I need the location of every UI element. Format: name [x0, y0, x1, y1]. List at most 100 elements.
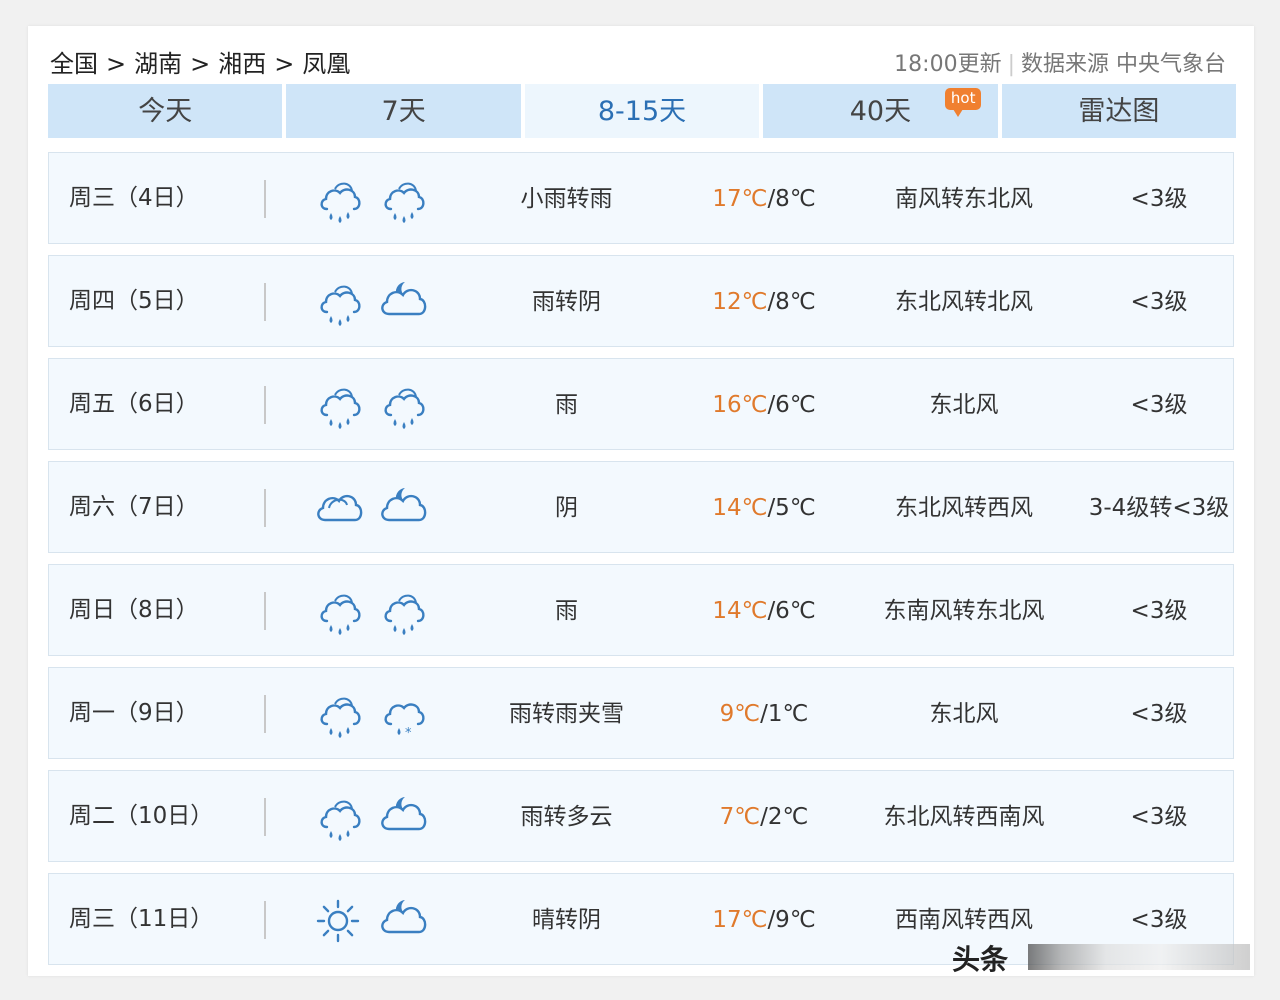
- wind-level: <3级: [1130, 804, 1188, 830]
- temperature: 7℃/2℃: [669, 771, 859, 863]
- breadcrumb-item-prefecture[interactable]: 湘西: [218, 50, 266, 78]
- tab-7-days[interactable]: 7天: [286, 84, 521, 138]
- high-temp: 14℃: [712, 495, 768, 521]
- high-temp: 12℃: [712, 289, 768, 315]
- day-label: 周四（5日）: [69, 288, 199, 314]
- tab-radar[interactable]: 雷达图: [1001, 84, 1237, 138]
- forecast-panel: 全国 > 湖南 > 湘西 > 凤凰 18:00更新 | 数据来源 中央气象台 今天 7天 8-1…: [28, 26, 1254, 976]
- weather-icons: [311, 894, 431, 948]
- weather-icons: [311, 379, 431, 433]
- tab-40-days[interactable]: 40天 hot: [763, 84, 998, 138]
- data-source: 数据来源 中央气象台: [1021, 52, 1226, 77]
- high-temp: 14℃: [712, 598, 768, 624]
- daily-forecast-list: 周三（4日） 小雨转雨 17℃/8℃ 南风转东北风 <3级 周四（5日） 雨转阴 12℃/8℃…: [48, 152, 1234, 976]
- temperature: 17℃/9℃: [669, 874, 859, 966]
- day-label: 周日（8日）: [69, 597, 199, 623]
- update-info: 18:00更新 | 数据来源 中央气象台: [894, 46, 1226, 78]
- wind-level: <3级: [1130, 598, 1188, 624]
- day-label: 周二（10日）: [69, 803, 214, 829]
- wind-level: <3级: [1130, 186, 1188, 212]
- forecast-row: 周六（7日） 阴 14℃/5℃ 东北风转西风 3-4级转<3级: [48, 461, 1234, 553]
- weather-icons: [311, 585, 431, 639]
- low-temp: /6℃: [767, 598, 816, 624]
- temperature: 14℃/6℃: [669, 565, 859, 657]
- row-divider: [264, 386, 266, 424]
- weather-description: 雨转阴: [532, 289, 601, 315]
- high-temp: 16℃: [712, 392, 768, 418]
- breadcrumb-item-city: 凤凰: [302, 50, 351, 78]
- weather-icons: [311, 482, 431, 536]
- row-divider: [264, 798, 266, 836]
- weather-icons: [311, 276, 431, 330]
- temperature: 9℃/1℃: [669, 668, 859, 760]
- forecast-row: 周二（10日） 雨转多云 7℃/2℃ 东北风转西南风 <3级: [48, 770, 1234, 862]
- forecast-row: 周四（5日） 雨转阴 12℃/8℃ 东北风转北风 <3级: [48, 255, 1234, 347]
- high-temp: 9℃: [719, 701, 761, 727]
- temperature: 16℃/6℃: [669, 359, 859, 451]
- low-temp: /8℃: [767, 186, 816, 212]
- weather-description: 雨: [555, 392, 578, 418]
- weather-icons: [311, 173, 431, 227]
- breadcrumb: 全国 > 湖南 > 湘西 > 凤凰: [50, 44, 350, 79]
- wind-direction: 东北风转西南风: [883, 804, 1045, 830]
- weather-description: 雨转雨夹雪: [509, 701, 624, 727]
- row-divider: [264, 901, 266, 939]
- high-temp: 17℃: [712, 907, 768, 933]
- row-divider: [264, 180, 266, 218]
- weather-icons: [311, 791, 431, 845]
- wind-direction: 东北风: [929, 392, 999, 418]
- wind-direction: 东北风: [929, 701, 999, 727]
- low-temp: /6℃: [767, 392, 816, 418]
- day-label: 周三（11日）: [69, 906, 214, 932]
- forecast-tabs: 今天 7天 8-15天 40天 hot 雷达图: [48, 84, 1237, 138]
- weather-description: 雨转多云: [520, 804, 613, 830]
- update-time: 18:00更新: [894, 52, 1002, 77]
- weather-description: 阴: [555, 495, 578, 521]
- forecast-row: 周五（6日） 雨 16℃/6℃ 东北风 <3级: [48, 358, 1234, 450]
- breadcrumb-separator: >: [190, 50, 211, 78]
- tab-8-15-days[interactable]: 8-15天: [524, 84, 760, 138]
- temperature: 17℃/8℃: [669, 153, 859, 245]
- high-temp: 7℃: [719, 804, 761, 830]
- wind-direction: 东南风转东北风: [883, 598, 1045, 624]
- wind-level: <3级: [1130, 289, 1188, 315]
- low-temp: /5℃: [767, 495, 816, 521]
- wind-level: <3级: [1130, 392, 1188, 418]
- weather-description: 雨: [555, 598, 578, 624]
- hot-badge: hot: [945, 88, 982, 117]
- row-divider: [264, 489, 266, 527]
- breadcrumb-separator: >: [274, 50, 295, 78]
- forecast-row: 周一（9日） * 雨转雨夹雪 9℃/1℃ 东北风 <3级: [48, 667, 1234, 759]
- day-label: 周六（7日）: [69, 494, 199, 520]
- low-temp: /8℃: [767, 289, 816, 315]
- forecast-row: 周日（8日） 雨 14℃/6℃ 东南风转东北风 <3级: [48, 564, 1234, 656]
- wind-level: 3-4级转<3级: [1088, 495, 1230, 521]
- watermark: 头条: [952, 943, 1009, 976]
- row-divider: [264, 283, 266, 321]
- breadcrumb-item-province[interactable]: 湖南: [134, 50, 182, 78]
- weather-icons: *: [311, 688, 431, 742]
- weather-description: 小雨转雨: [520, 186, 613, 212]
- svg-text:*: *: [405, 726, 412, 741]
- meta-divider: |: [1007, 52, 1015, 77]
- wind-level: <3级: [1130, 701, 1188, 727]
- header-bar: 全国 > 湖南 > 湘西 > 凤凰 18:00更新 | 数据来源 中央气象台: [50, 44, 1226, 78]
- row-divider: [264, 695, 266, 733]
- weather-description: 晴转阴: [532, 907, 601, 933]
- breadcrumb-separator: >: [106, 50, 127, 78]
- forecast-row: 周三（4日） 小雨转雨 17℃/8℃ 南风转东北风 <3级: [48, 152, 1234, 244]
- day-label: 周一（9日）: [69, 700, 199, 726]
- temperature: 14℃/5℃: [669, 462, 859, 554]
- wind-direction: 东北风转北风: [895, 289, 1033, 315]
- low-temp: /9℃: [767, 907, 816, 933]
- low-temp: /2℃: [760, 804, 809, 830]
- wind-direction: 东北风转西风: [895, 495, 1033, 521]
- day-label: 周五（6日）: [69, 391, 199, 417]
- day-label: 周三（4日）: [69, 185, 199, 211]
- tab-today[interactable]: 今天: [48, 84, 283, 138]
- temperature: 12℃/8℃: [669, 256, 859, 348]
- high-temp: 17℃: [712, 186, 768, 212]
- breadcrumb-item-country[interactable]: 全国: [50, 50, 98, 78]
- wind-direction: 南风转东北风: [895, 186, 1033, 212]
- row-divider: [264, 592, 266, 630]
